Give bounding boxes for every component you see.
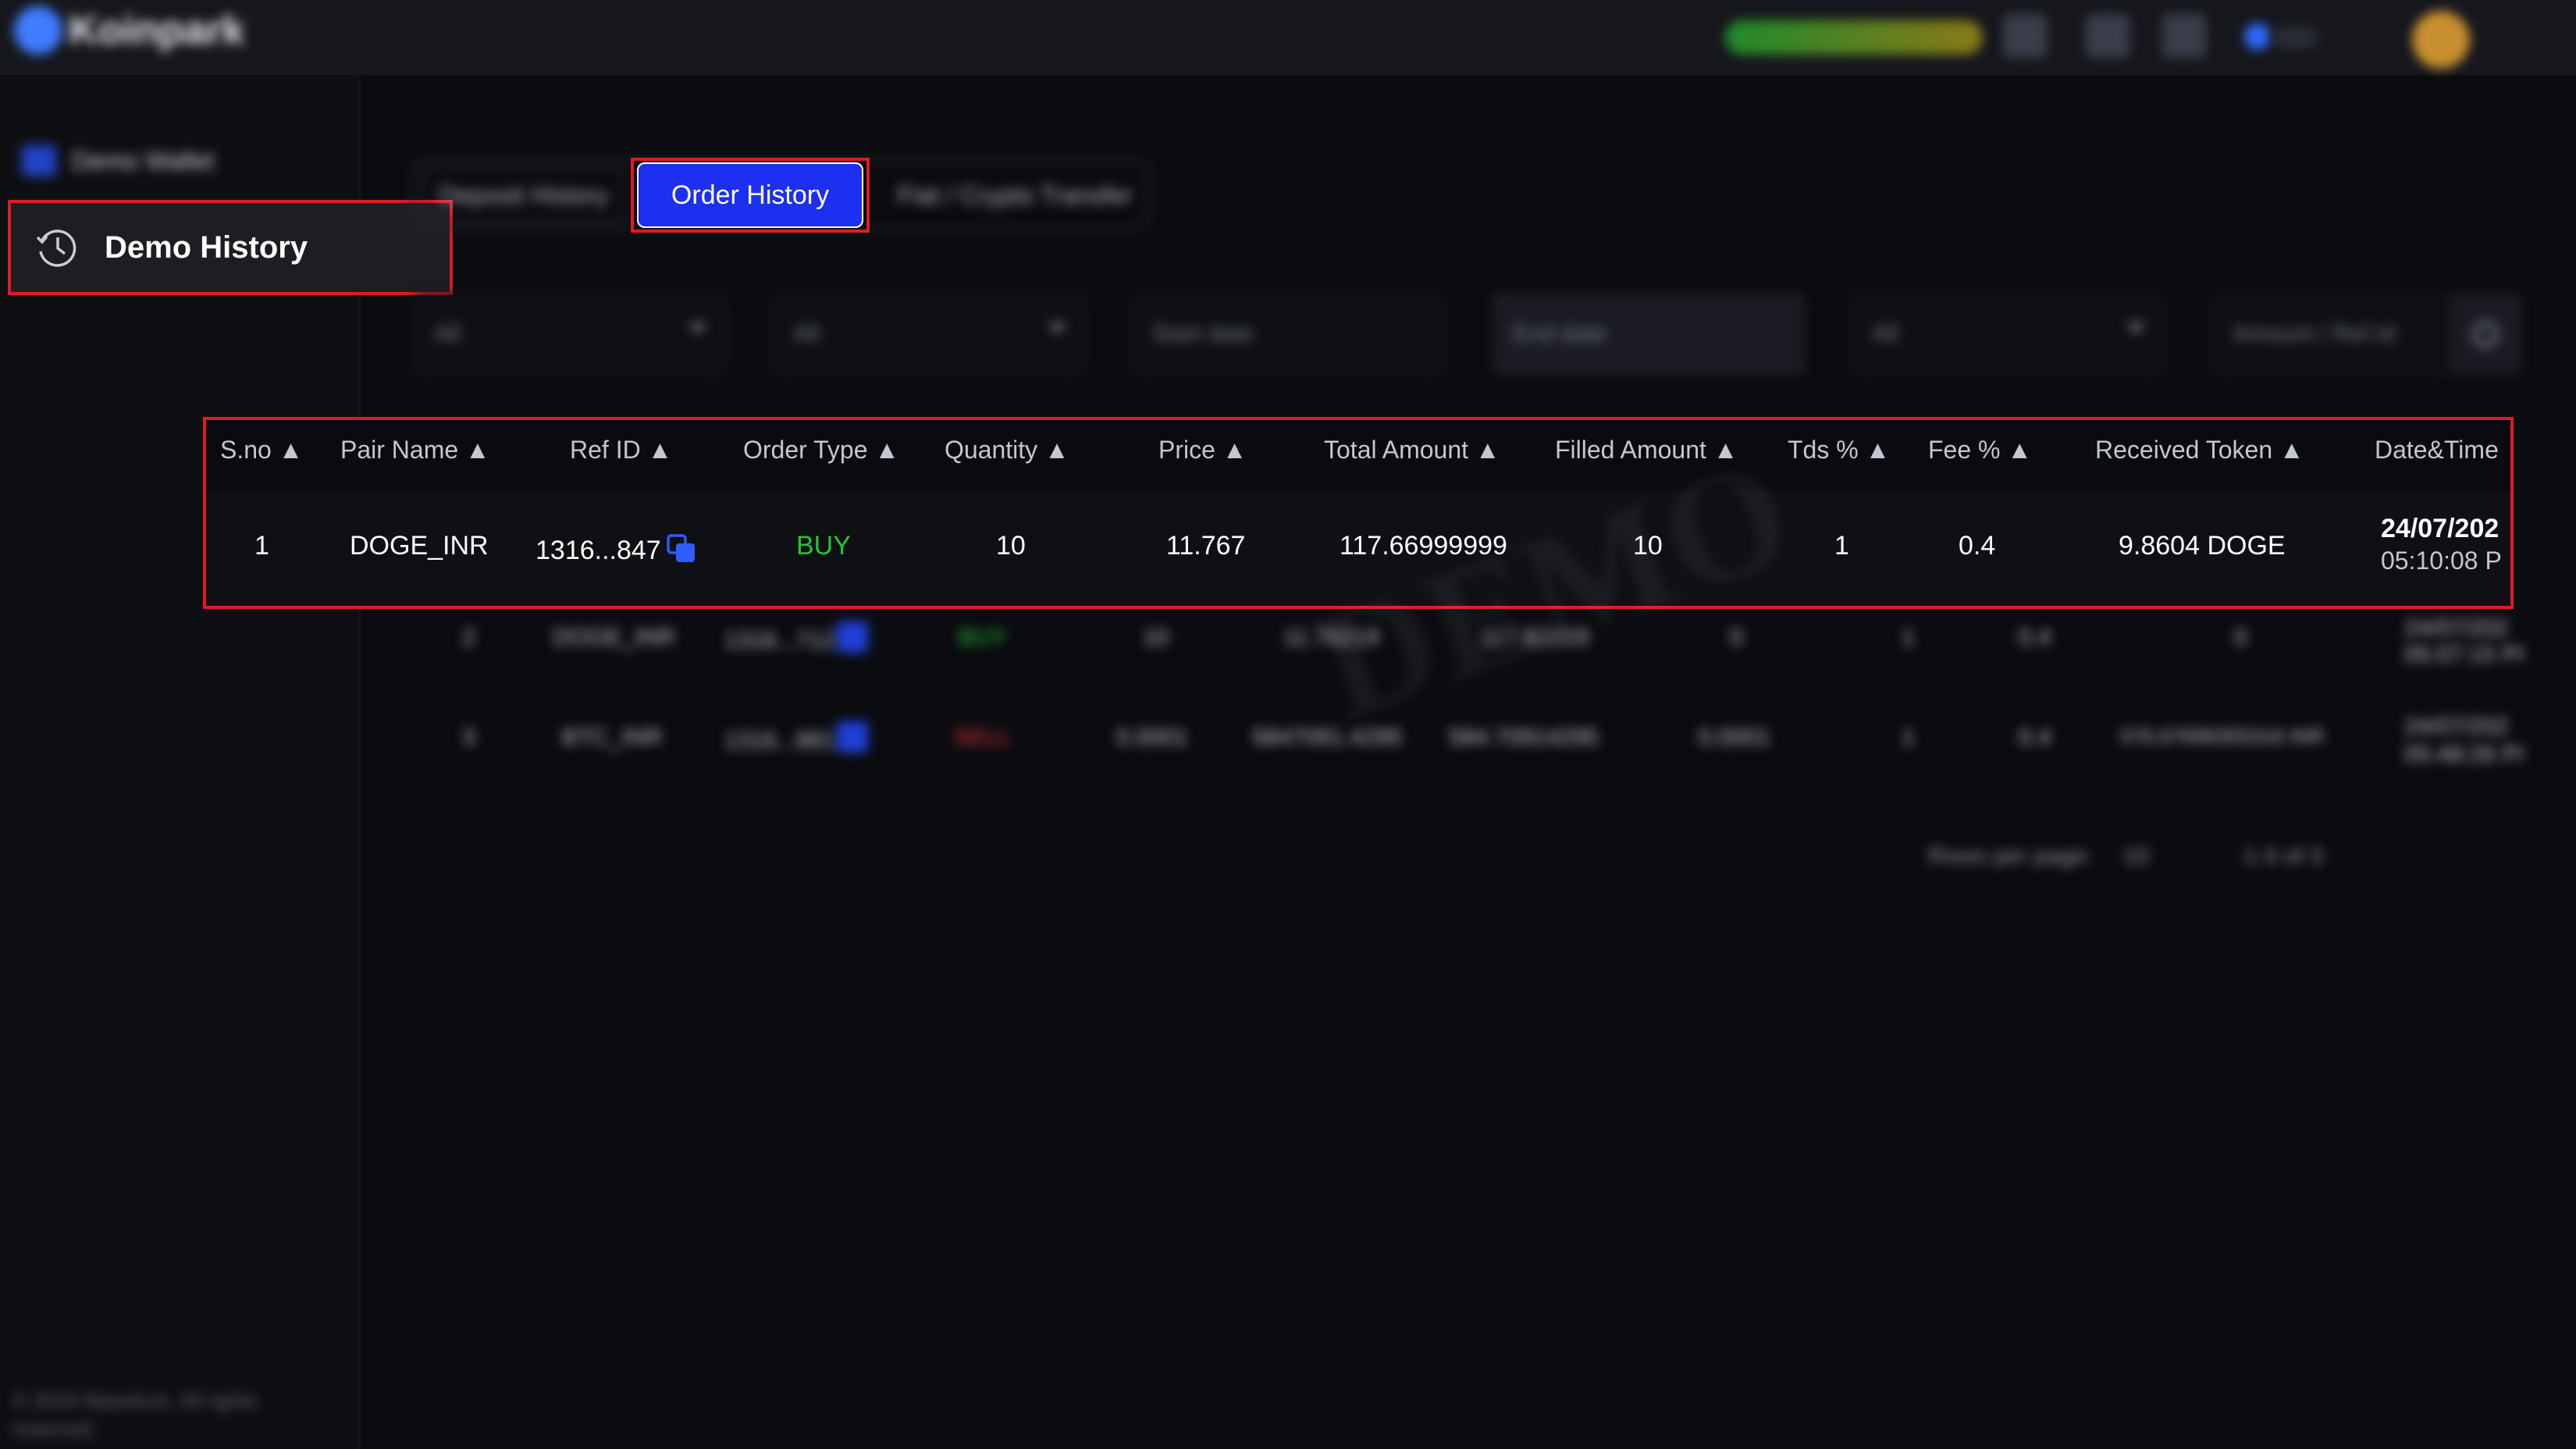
sidebar-item-label: Demo History: [105, 230, 308, 265]
chevron-down-icon: [1048, 323, 1066, 334]
end-date-input[interactable]: End date: [1493, 294, 1805, 375]
cell-received-token: 0: [2234, 625, 2247, 650]
chevron-down-icon: [2126, 323, 2145, 334]
cell-quantity: 10: [1143, 625, 1169, 650]
avatar[interactable]: [2412, 11, 2470, 69]
select-value: All: [434, 321, 461, 347]
search-button[interactable]: [2451, 294, 2521, 375]
cell-date: 24/07/202: [2404, 615, 2509, 641]
cell-filled-amount: 0: [1730, 625, 1743, 650]
logo-text: Koinpark: [69, 8, 245, 53]
copyright-text: © 2024 Massfuck. All rights reserved.: [12, 1389, 258, 1440]
cell-sno: 2: [462, 625, 475, 650]
pair-filter-select[interactable]: All: [414, 294, 726, 375]
pagination-range: 1-3 of 3: [2243, 843, 2323, 869]
sidebar-item-label: Demo Wallet: [72, 146, 214, 175]
cell-pair-name: DOGE_INR: [553, 625, 675, 650]
cell-filled-amount: 0.0001: [1699, 724, 1770, 750]
chevron-down-icon: [688, 323, 707, 334]
cell-quantity: 0.0001: [1116, 724, 1188, 750]
search-icon: [2473, 322, 2498, 347]
cell-tds: 1: [1902, 625, 1915, 650]
cell-ref-id: 1316...712: [724, 628, 835, 653]
cell-order-type: SELL: [954, 724, 1012, 750]
theme-toggle[interactable]: [2272, 27, 2318, 48]
cell-received-token: 576.67699355316 INR: [2120, 724, 2325, 748]
box-icon[interactable]: [2162, 14, 2206, 58]
cell-time: 05:07:15 PI: [2404, 642, 2524, 668]
logo[interactable]: Koinpark: [14, 6, 244, 55]
search-input[interactable]: Amount / Ref.Id: [2212, 294, 2454, 375]
wallet-icon: [22, 145, 56, 176]
cell-pair-name: BTC_INR: [562, 724, 663, 750]
placeholder-text: Amount / Ref.Id: [2233, 321, 2396, 347]
sidebar-item-demo-history[interactable]: Demo History: [8, 200, 453, 295]
cell-time: 05:48:26 PI: [2404, 742, 2524, 767]
placeholder-text: Start date: [1152, 321, 1254, 347]
cell-date: 24/07/202: [2404, 714, 2509, 739]
copy-icon[interactable]: [837, 721, 868, 753]
cell-order-type: BUY: [959, 625, 1007, 650]
tab-fiat-crypto-transfer[interactable]: Fiat / Crypto Transfer: [888, 168, 1142, 223]
tab-order-history[interactable]: Order History: [637, 162, 863, 228]
start-live-trading-button[interactable]: [1725, 20, 1983, 55]
placeholder-text: End date: [1513, 321, 1607, 347]
select-value: All: [793, 321, 820, 347]
sidebar-item-demo-wallet[interactable]: Demo Wallet: [22, 145, 214, 176]
theme-toggle-icon[interactable]: [2244, 23, 2271, 50]
rank-icon[interactable]: [2003, 14, 2047, 58]
history-clock-icon: [31, 222, 83, 273]
cell-tds: 1: [1902, 724, 1915, 750]
rows-per-page-label: Rows per page:: [1928, 843, 2093, 869]
status-filter-select[interactable]: All: [1852, 294, 2164, 375]
start-date-input[interactable]: Start date: [1132, 294, 1444, 375]
cell-ref-id: 1316...881: [724, 728, 835, 753]
top-bar: Koinpark: [0, 0, 2576, 75]
copy-icon[interactable]: [837, 621, 868, 653]
cell-fee: 0.4: [2019, 625, 2051, 650]
type-filter-select[interactable]: All: [773, 294, 1085, 375]
logo-icon: [14, 6, 62, 55]
cell-total-amount: 584.70914295: [1449, 724, 1599, 750]
select-value: All: [1872, 321, 1898, 347]
cell-sno: 3: [462, 724, 475, 750]
cell-fee: 0.4: [2019, 724, 2051, 750]
rows-per-page-select[interactable]: 10: [2123, 843, 2149, 870]
tab-deposit-history[interactable]: Deposit History: [422, 168, 625, 223]
chart-icon[interactable]: [2086, 14, 2129, 58]
